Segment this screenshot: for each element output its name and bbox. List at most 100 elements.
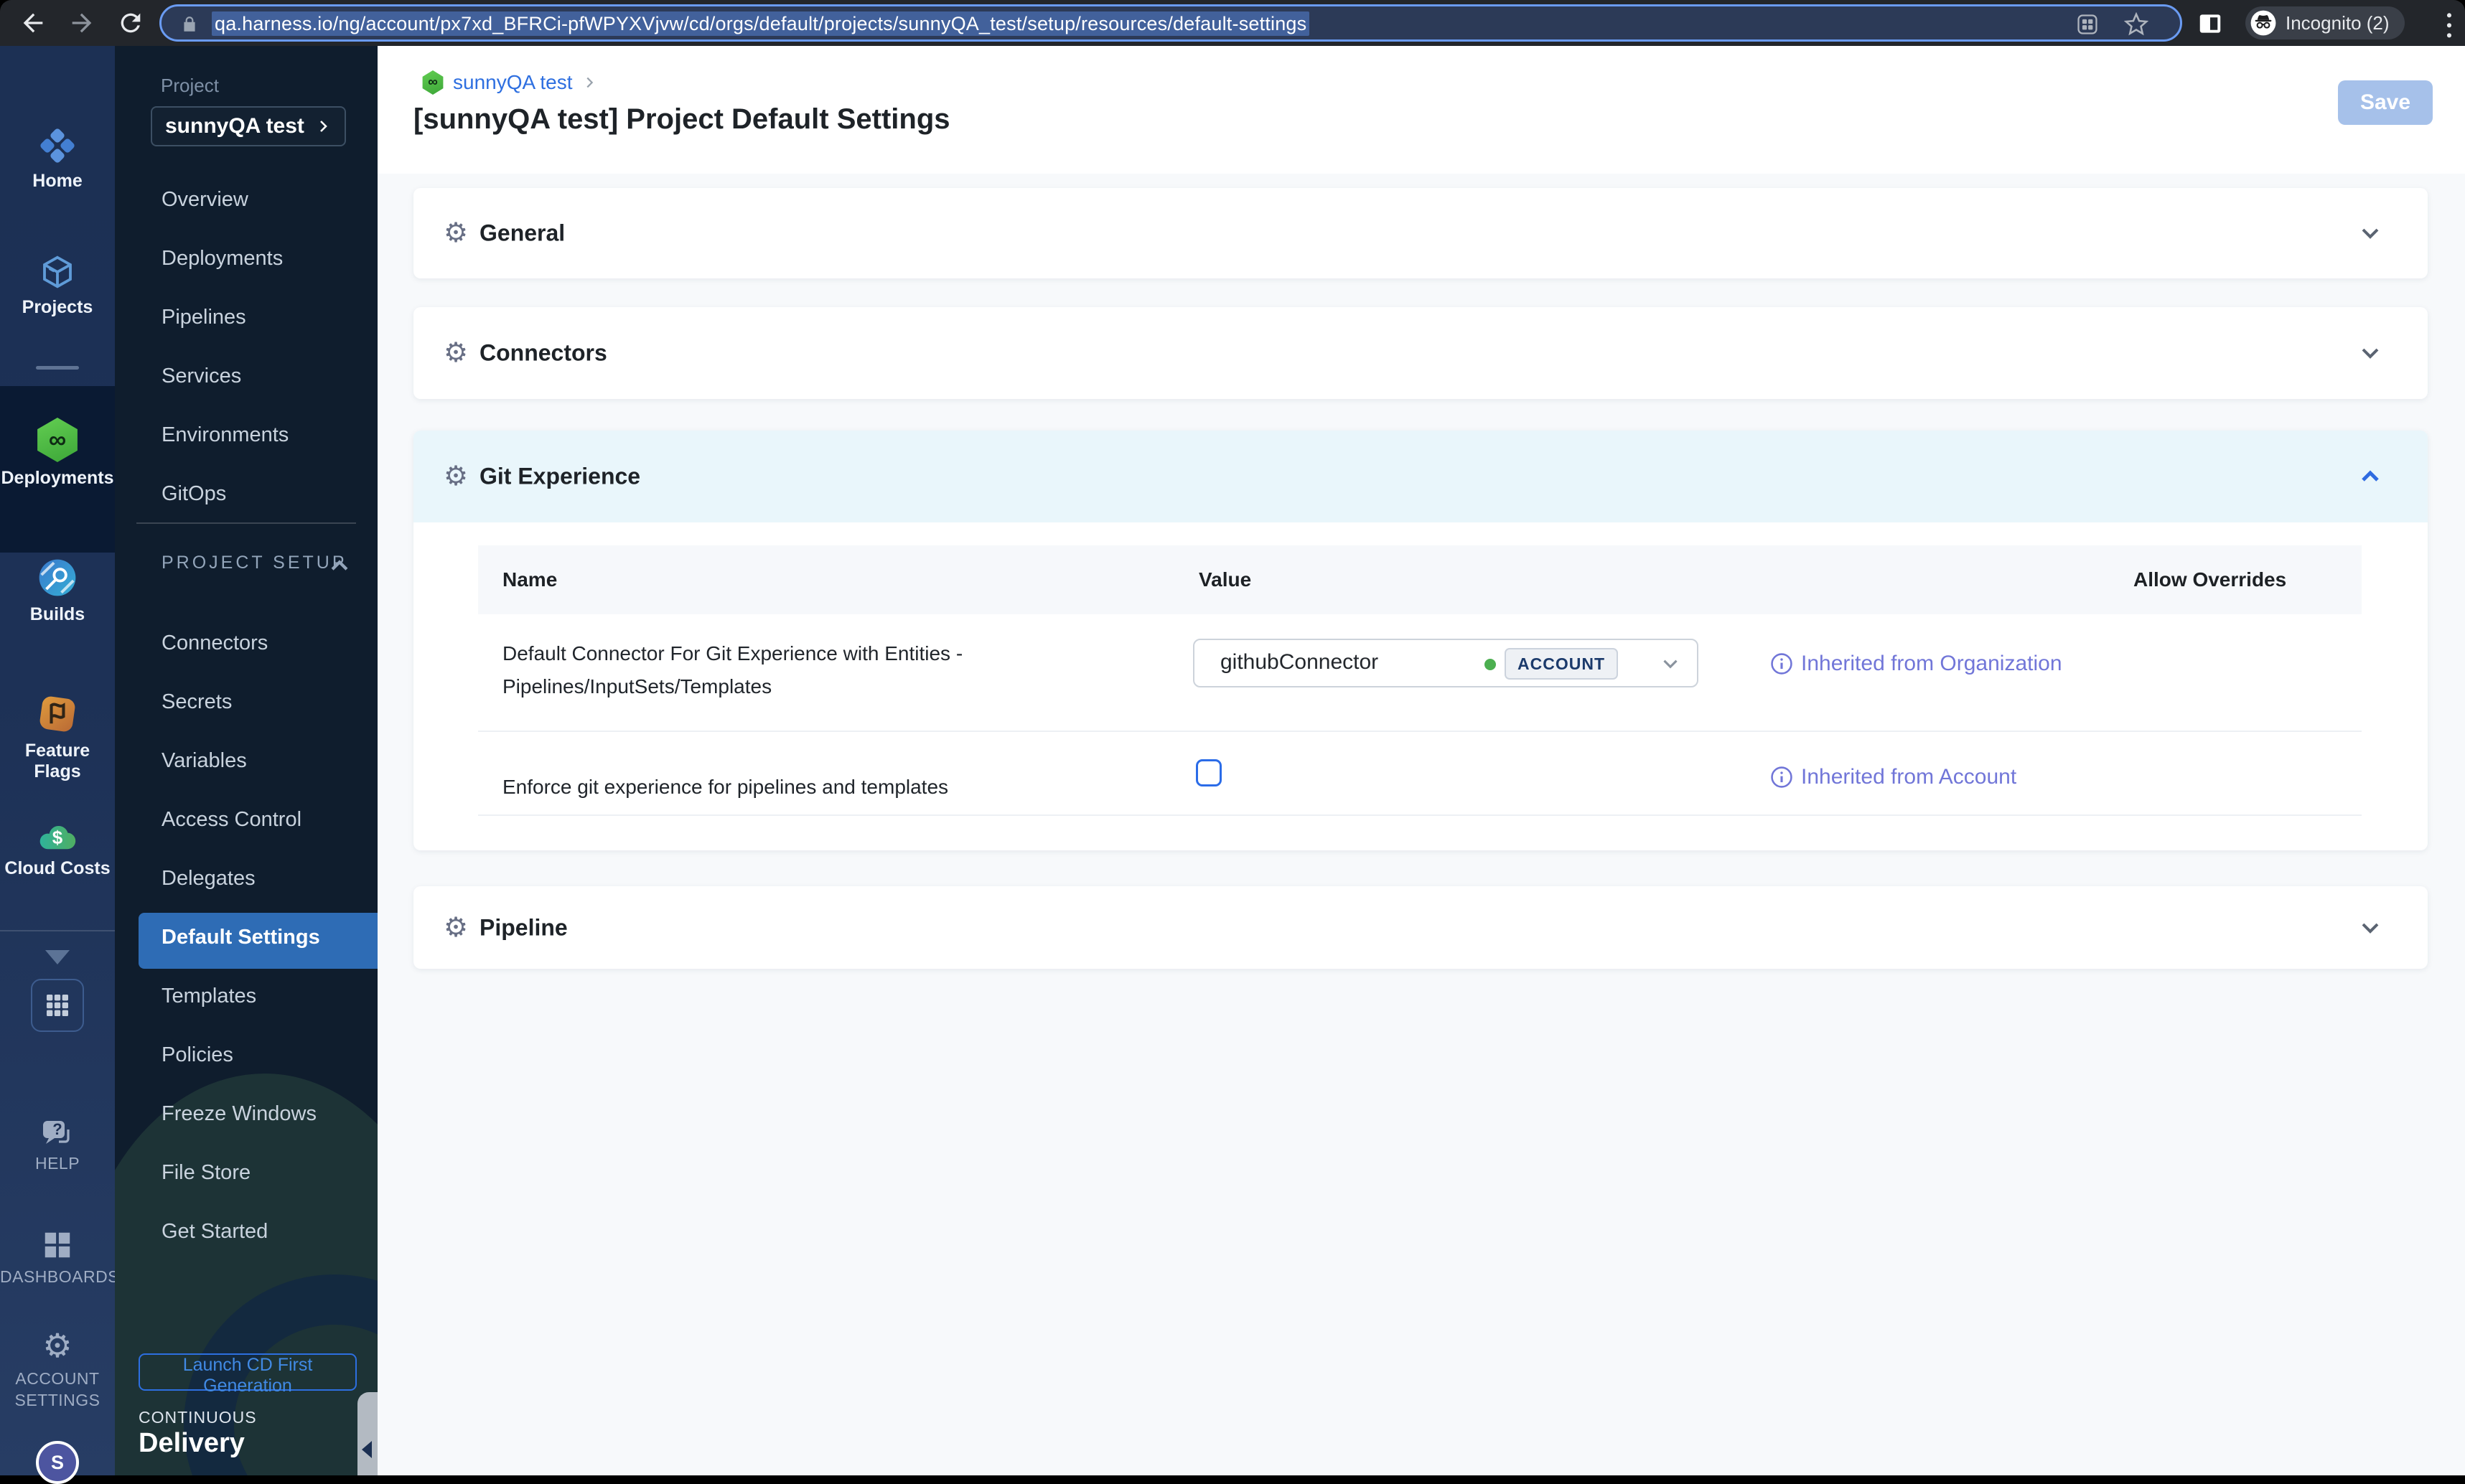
sidebar-item-default-settings[interactable]: Default Settings <box>162 926 320 949</box>
sidebar-item-delegates[interactable]: Delegates <box>162 867 256 891</box>
rail-divider <box>36 366 79 370</box>
sidebar-collapse-handle[interactable] <box>357 1392 378 1475</box>
chevron-down-icon[interactable] <box>2356 339 2385 367</box>
chevron-down-icon[interactable] <box>1658 652 1683 676</box>
inherited-from-account-link[interactable]: Inherited from Account <box>1769 765 2016 789</box>
setting-name-default-connector: Default Connector For Git Experience wit… <box>502 642 963 698</box>
chevron-up-icon[interactable] <box>2356 462 2385 491</box>
user-avatar[interactable]: S <box>36 1441 79 1484</box>
browser-back-button[interactable] <box>19 9 47 37</box>
project-sidebar: Project sunnyQA test Overview Deployment… <box>115 46 378 1475</box>
rail-item-projects[interactable]: Projects <box>0 253 115 318</box>
section-git-experience-header[interactable]: ⚙ Git Experience <box>413 431 2428 522</box>
module-rail: Home Projects ∞ Deployments Builds Featu… <box>0 46 119 1484</box>
info-icon <box>1771 766 1792 788</box>
cloud-costs-icon: $ <box>36 818 79 853</box>
account-settings-gear-icon: ⚙ <box>42 1327 72 1364</box>
sidebar-item-gitops[interactable]: GitOps <box>162 482 226 506</box>
module-picker-button[interactable] <box>31 979 84 1032</box>
side-panel-icon[interactable] <box>2197 10 2224 36</box>
sidebar-item-file-store[interactable]: File Store <box>162 1161 251 1185</box>
section-general[interactable]: ⚙ General <box>413 188 2428 278</box>
scope-badge: ACCOUNT <box>1505 648 1618 680</box>
sidebar-item-variables[interactable]: Variables <box>162 749 247 773</box>
grid-icon <box>47 995 68 1016</box>
sidebar-item-overview[interactable]: Overview <box>162 188 248 212</box>
breadcrumb-project-link[interactable]: sunnyQA test <box>453 71 573 94</box>
sidebar-divider <box>136 522 356 524</box>
rail-item-builds[interactable]: Builds <box>0 557 115 625</box>
browser-refresh-button[interactable] <box>116 9 145 37</box>
sidebar-item-get-started[interactable]: Get Started <box>162 1220 268 1244</box>
bookmark-star-icon[interactable] <box>2123 11 2149 37</box>
sidebar-item-secrets[interactable]: Secrets <box>162 690 232 714</box>
section-connectors[interactable]: ⚙ Connectors <box>413 307 2428 399</box>
rail-divider <box>0 930 115 931</box>
dashboards-icon <box>41 1229 74 1262</box>
launch-cd-first-gen-button[interactable]: Launch CD First Generation <box>139 1353 357 1396</box>
connector-status-dot <box>1484 659 1496 670</box>
rail-collapse-chevron-icon[interactable] <box>45 950 70 964</box>
section-pipeline[interactable]: ⚙ Pipeline <box>413 886 2428 969</box>
rail-active-module: ∞ Deployments <box>0 386 115 553</box>
sidebar-footer-continuous: CONTINUOUS <box>139 1408 257 1427</box>
row-divider <box>478 731 2362 732</box>
chevron-down-icon[interactable] <box>2356 219 2385 248</box>
sidebar-item-deployments[interactable]: Deployments <box>162 247 283 271</box>
project-selector[interactable]: sunnyQA test <box>151 106 346 146</box>
deployments-icon: ∞ <box>35 418 80 462</box>
column-allow-overrides: Allow Overrides <box>2133 568 2287 591</box>
rail-item-home[interactable]: Home <box>0 126 115 192</box>
sidebar-item-environments[interactable]: Environments <box>162 423 289 447</box>
chevron-up-icon[interactable] <box>327 554 352 578</box>
column-value: Value <box>1199 568 1252 591</box>
sidebar-item-pipelines[interactable]: Pipelines <box>162 306 246 329</box>
sidebar-item-services[interactable]: Services <box>162 365 241 388</box>
feature-flags-icon <box>37 693 78 735</box>
row-divider <box>478 814 2362 816</box>
lock-icon <box>180 15 199 34</box>
project-name: sunnyQA test <box>165 114 304 138</box>
info-icon <box>1771 653 1792 675</box>
browser-toolbar: qa.harness.io/ng/account/px7xd_BFRCi-pfW… <box>0 0 2465 46</box>
sidebar-item-policies[interactable]: Policies <box>162 1043 233 1067</box>
incognito-label: Incognito (2) <box>2286 11 2390 34</box>
bento-grid-icon[interactable] <box>2075 12 2100 37</box>
browser-menu-icon[interactable] <box>2439 9 2459 38</box>
project-setup-heading[interactable]: PROJECT SETUP <box>162 553 347 573</box>
column-name: Name <box>502 568 558 591</box>
gear-icon: ⚙ <box>444 218 469 248</box>
rail-item-cloud-costs[interactable]: $ Cloud Costs <box>0 818 115 879</box>
inherited-from-organization-link[interactable]: Inherited from Organization <box>1769 652 2062 676</box>
save-button[interactable]: Save <box>2338 80 2433 125</box>
rail-item-deployments[interactable]: ∞ Deployments <box>0 418 115 489</box>
app-shell: Home Projects ∞ Deployments Builds Featu… <box>0 46 2465 1484</box>
gear-icon: ⚙ <box>444 461 469 492</box>
connector-select[interactable]: githubConnector ACCOUNT <box>1193 639 1698 687</box>
sidebar-footer-delivery: Delivery <box>139 1428 245 1458</box>
enforce-git-checkbox[interactable] <box>1196 759 1222 786</box>
browser-forward-button[interactable] <box>67 9 96 37</box>
sidebar-item-freeze-windows[interactable]: Freeze Windows <box>162 1102 317 1126</box>
rail-item-account-settings[interactable]: ⚙ ACCOUNT SETTINGS <box>0 1329 115 1411</box>
chevron-right-icon <box>320 121 327 132</box>
url-bar[interactable]: qa.harness.io/ng/account/px7xd_BFRCi-pfW… <box>159 4 2182 42</box>
chevron-down-icon[interactable] <box>2356 914 2385 942</box>
builds-icon <box>37 557 78 598</box>
sidebar-item-access-control[interactable]: Access Control <box>162 808 301 832</box>
rail-item-feature-flags[interactable]: Feature Flags <box>0 693 115 782</box>
rail-item-help[interactable]: ? HELP <box>0 1118 115 1173</box>
project-label: Project <box>161 75 219 96</box>
settings-table-header: Name Value Allow Overrides <box>478 545 2362 614</box>
incognito-badge[interactable]: Incognito (2) <box>2245 6 2405 39</box>
section-general-title: General <box>480 220 566 246</box>
cd-module-icon: ∞ <box>421 70 444 95</box>
section-connectors-title: Connectors <box>480 339 607 366</box>
url-text: qa.harness.io/ng/account/px7xd_BFRCi-pfW… <box>212 11 1310 36</box>
rail-item-dashboards[interactable]: DASHBOARDS <box>0 1229 119 1287</box>
sidebar-item-connectors[interactable]: Connectors <box>162 631 268 655</box>
connector-value: githubConnector <box>1220 650 1379 674</box>
sidebar-item-templates[interactable]: Templates <box>162 985 256 1008</box>
section-git-experience-title: Git Experience <box>480 463 641 489</box>
page-title: [sunnyQA test] Project Default Settings <box>413 103 950 135</box>
